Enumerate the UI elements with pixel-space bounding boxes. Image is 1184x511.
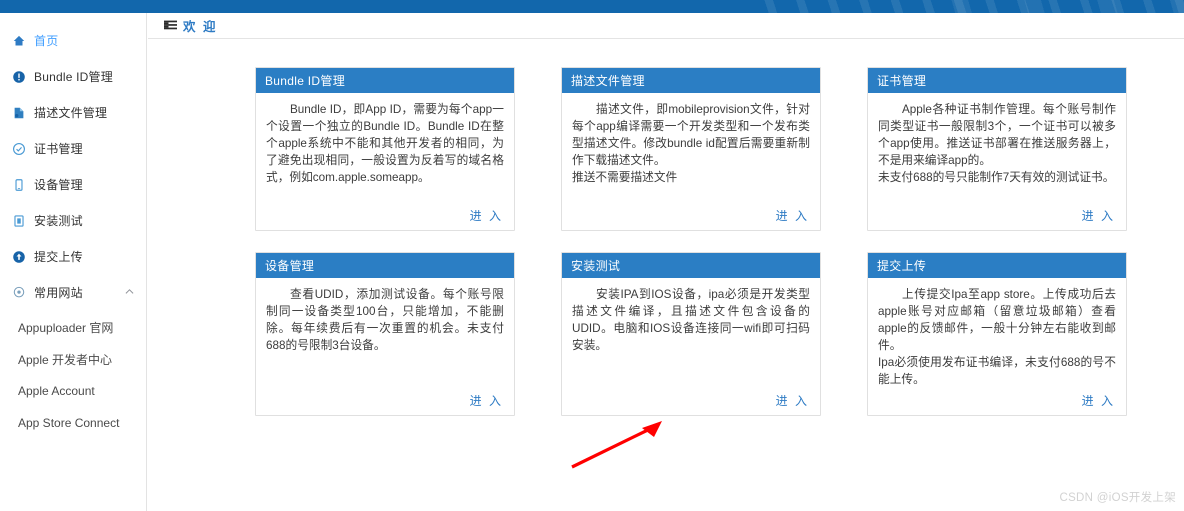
sidebar-item-bundle-id[interactable]: Bundle ID管理 [0, 59, 146, 95]
chevron-up-icon[interactable] [125, 288, 134, 298]
card-body: Bundle ID，即App ID，需要为每个app一个设置一个独立的Bundl… [256, 93, 514, 231]
home-icon [11, 34, 26, 49]
app-window: 首页 Bundle ID管理 描述文件管理 证书管理 设备管理 安装测试 提交上… [0, 0, 1184, 511]
sidebar-item-label: 证书管理 [34, 142, 83, 156]
sidebar-subitem-apple-developer[interactable]: Apple 开发者中心 [0, 343, 146, 375]
sidebar-subitem-appuploader-site[interactable]: Appuploader 官网 [0, 311, 146, 343]
card-title: 描述文件管理 [562, 68, 820, 93]
list-menu-icon [164, 20, 177, 31]
file-profile-icon [11, 106, 26, 121]
card-enter-link[interactable]: 进 入 [776, 207, 809, 224]
sidebar-item-label: 安装测试 [34, 214, 83, 228]
card-enter-link[interactable]: 进 入 [1082, 207, 1115, 224]
card-body: 查看UDID，添加测试设备。每个账号限制同一设备类型100台，只能增加，不能删除… [256, 278, 514, 416]
sidebar-item-submit-upload[interactable]: 提交上传 [0, 239, 146, 275]
info-circle-icon [11, 70, 26, 85]
cards-grid: Bundle ID管理 Bundle ID，即App ID，需要为每个app一个… [148, 39, 1184, 510]
sidebar-subitem-label: App Store Connect [18, 416, 120, 430]
window-titlebar [0, 0, 1184, 13]
titlebar-stripe-pattern-secondary [924, 0, 1184, 13]
sidebar-subitem-app-store-connect[interactable]: App Store Connect [0, 407, 146, 439]
card-title: 安装测试 [562, 253, 820, 278]
card-install-test[interactable]: 安装测试 安装IPA到IOS设备，ipa必须是开发类型描述文件编译，且描述文件包… [561, 252, 821, 416]
card-description: 描述文件，即mobileprovision文件，针对每个app编译需要一个开发类… [572, 103, 810, 184]
sidebar-item-label: Bundle ID管理 [34, 70, 113, 84]
card-enter-link[interactable]: 进 入 [470, 392, 503, 409]
card-enter-link[interactable]: 进 入 [470, 207, 503, 224]
card-title: 提交上传 [868, 253, 1126, 278]
mobile-device-icon [11, 178, 26, 193]
sidebar-item-common-sites[interactable]: 常用网站 [0, 275, 146, 311]
sidebar-item-label: 常用网站 [34, 286, 83, 300]
card-description: Apple各种证书制作管理。每个账号制作同类型证书一般限制3个，一个证书可以被多… [878, 103, 1116, 184]
card-submit-upload[interactable]: 提交上传 上传提交Ipa至app store。上传成功后去apple账号对应邮箱… [867, 252, 1127, 416]
card-description: 安装IPA到IOS设备，ipa必须是开发类型描述文件编译，且描述文件包含设备的U… [572, 288, 810, 352]
card-body: 描述文件，即mobileprovision文件，针对每个app编译需要一个开发类… [562, 93, 820, 231]
tab-label: 欢 迎 [183, 20, 218, 34]
location-pin-icon [11, 286, 26, 301]
card-body: 安装IPA到IOS设备，ipa必须是开发类型描述文件编译，且描述文件包含设备的U… [562, 278, 820, 416]
card-devices[interactable]: 设备管理 查看UDID，添加测试设备。每个账号限制同一设备类型100台，只能增加… [255, 252, 515, 416]
main-panel: 欢 迎 Bundle ID管理 Bundle ID，即App ID，需要为每个a… [148, 13, 1184, 511]
sidebar-item-label: 描述文件管理 [34, 106, 108, 120]
sidebar-subitem-apple-account[interactable]: Apple Account [0, 375, 146, 407]
card-enter-link[interactable]: 进 入 [1082, 392, 1115, 409]
card-provisioning-profile[interactable]: 描述文件管理 描述文件，即mobileprovision文件，针对每个app编译… [561, 67, 821, 231]
check-circle-icon [11, 142, 26, 157]
watermark-text: CSDN @iOS开发上架 [1059, 492, 1176, 504]
sidebar-subitem-label: Apple 开发者中心 [18, 352, 113, 367]
sidebar-item-certificates[interactable]: 证书管理 [0, 131, 146, 167]
sidebar-item-label: 设备管理 [34, 178, 83, 192]
sidebar-item-home[interactable]: 首页 [0, 23, 146, 59]
card-description: Bundle ID，即App ID，需要为每个app一个设置一个独立的Bundl… [266, 103, 504, 184]
tab-welcome[interactable]: 欢 迎 [156, 13, 225, 38]
sidebar-item-label: 提交上传 [34, 250, 83, 264]
tab-bar: 欢 迎 [148, 13, 1184, 39]
card-description: 查看UDID，添加测试设备。每个账号限制同一设备类型100台，只能增加，不能删除… [266, 288, 504, 352]
sidebar-item-provisioning-profile[interactable]: 描述文件管理 [0, 95, 146, 131]
card-certificates[interactable]: 证书管理 Apple各种证书制作管理。每个账号制作同类型证书一般限制3个，一个证… [867, 67, 1127, 231]
sidebar-item-install-test[interactable]: 安装测试 [0, 203, 146, 239]
sidebar-item-devices[interactable]: 设备管理 [0, 167, 146, 203]
card-title: 证书管理 [868, 68, 1126, 93]
upload-circle-icon [11, 250, 26, 265]
sidebar-subitem-label: Appuploader 官网 [18, 320, 114, 335]
card-bundle-id[interactable]: Bundle ID管理 Bundle ID，即App ID，需要为每个app一个… [255, 67, 515, 231]
sidebar-item-label: 首页 [34, 34, 59, 48]
sidebar: 首页 Bundle ID管理 描述文件管理 证书管理 设备管理 安装测试 提交上… [0, 13, 147, 511]
red-arrow-annotation [571, 421, 662, 469]
card-title: 设备管理 [256, 253, 514, 278]
card-enter-link[interactable]: 进 入 [776, 392, 809, 409]
card-description: 上传提交Ipa至app store。上传成功后去apple账号对应邮箱（留意垃圾… [878, 288, 1116, 386]
sidebar-subitem-label: Apple Account [18, 384, 95, 398]
clipboard-install-icon [11, 214, 26, 229]
card-body: 上传提交Ipa至app store。上传成功后去apple账号对应邮箱（留意垃圾… [868, 278, 1126, 416]
card-body: Apple各种证书制作管理。每个账号制作同类型证书一般限制3个，一个证书可以被多… [868, 93, 1126, 231]
card-title: Bundle ID管理 [256, 68, 514, 93]
